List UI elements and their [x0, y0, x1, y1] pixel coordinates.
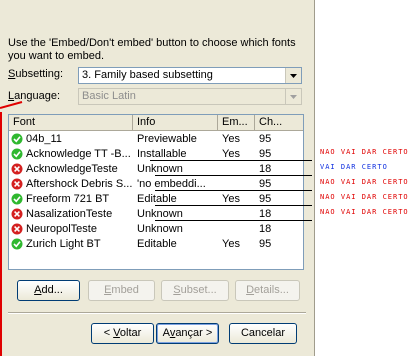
- subset-button: Subset...: [161, 280, 229, 301]
- red-edge-mark: [0, 112, 2, 356]
- font-embed-cell: Yes: [222, 193, 240, 205]
- chevron-down-icon: [285, 89, 301, 104]
- separator: [8, 312, 306, 314]
- error-icon: [11, 208, 23, 220]
- annotation-line: [155, 175, 312, 176]
- font-name-cell: Zurich Light BT: [26, 238, 101, 250]
- language-value: Basic Latin: [82, 90, 136, 102]
- font-chars-cell: 95: [259, 238, 272, 250]
- column-header-chars[interactable]: Ch...: [255, 115, 303, 131]
- font-name-cell: 04b_11: [26, 133, 62, 145]
- font-name-cell: NasalizationTeste: [26, 208, 113, 220]
- font-list[interactable]: Font Info Em... Ch... 04b_11 Previewable Y…: [8, 114, 304, 270]
- font-name-cell: Acknowledge TT -B...: [26, 148, 131, 160]
- font-embed-cell: Yes: [222, 148, 240, 160]
- font-info-cell: Installable: [137, 148, 187, 160]
- check-icon: [11, 133, 23, 145]
- font-info-cell: Editable: [137, 193, 177, 205]
- font-embed-cell: Yes: [222, 238, 240, 250]
- error-icon: [11, 178, 23, 190]
- column-header-info[interactable]: Info: [133, 115, 218, 131]
- check-icon: [11, 193, 23, 205]
- font-chars-cell: 95: [259, 148, 272, 160]
- font-info-cell: Unknown: [137, 223, 183, 235]
- back-button[interactable]: < Voltar: [91, 323, 154, 344]
- font-row[interactable]: Zurich Light BT Editable Yes 95: [9, 237, 303, 252]
- check-icon: [11, 148, 23, 160]
- annotation-line: [155, 205, 312, 206]
- font-name-cell: NeuropolTeste: [26, 223, 97, 235]
- red-arrow-mark: [0, 101, 23, 109]
- font-info-cell: Unknown: [137, 163, 183, 175]
- column-header-embed[interactable]: Em...: [218, 115, 255, 131]
- annotation-text: VAI DAR CERTO: [320, 163, 388, 171]
- language-select: Basic Latin: [78, 88, 302, 105]
- font-row[interactable]: NeuropolTeste Unknown 18: [9, 222, 303, 237]
- annotation-line: [150, 160, 312, 161]
- add-button[interactable]: Add...: [17, 280, 80, 301]
- subsetting-label: Subsetting:: [8, 68, 63, 80]
- font-name-cell: Aftershock Debris S...: [26, 178, 133, 190]
- font-chars-cell: 95: [259, 178, 272, 190]
- annotation-line: [155, 190, 312, 191]
- subsetting-value: 3. Family based subsetting: [82, 69, 213, 81]
- error-icon: [11, 163, 23, 175]
- annotation-text: NAO VAI DAR CERTO: [320, 148, 409, 156]
- description-text: Use the 'Embed/Don't embed' button to ch…: [8, 37, 296, 62]
- subsetting-select[interactable]: 3. Family based subsetting: [78, 67, 302, 84]
- cancel-button[interactable]: Cancelar: [229, 323, 297, 344]
- check-icon: [11, 238, 23, 250]
- font-list-header: Font Info Em... Ch...: [9, 115, 303, 131]
- font-chars-cell: 18: [259, 208, 272, 220]
- font-name-cell: Freeform 721 BT: [26, 193, 110, 205]
- font-info-cell: Previewable: [137, 133, 197, 145]
- font-embedding-dialog: Use the 'Embed/Don't embed' button to ch…: [0, 0, 315, 356]
- font-info-cell: 'no embeddi...: [137, 178, 206, 190]
- font-info-cell: Editable: [137, 238, 177, 250]
- details-button: Details...: [235, 280, 300, 301]
- font-info-cell: Unknown: [137, 208, 183, 220]
- embed-button: Embed: [88, 280, 155, 301]
- annotation-text: NAO VAI DAR CERTO: [320, 178, 409, 186]
- column-header-font[interactable]: Font: [9, 115, 133, 131]
- annotation-text: NAO VAI DAR CERTO: [320, 208, 409, 216]
- chevron-down-icon[interactable]: [285, 68, 301, 83]
- font-embed-cell: Yes: [222, 133, 240, 145]
- next-button[interactable]: Avançar >: [156, 323, 219, 344]
- font-chars-cell: 18: [259, 163, 272, 175]
- font-row[interactable]: 04b_11 Previewable Yes 95: [9, 132, 303, 147]
- font-chars-cell: 18: [259, 223, 272, 235]
- error-icon: [11, 223, 23, 235]
- font-chars-cell: 95: [259, 133, 272, 145]
- font-name-cell: AcknowledgeTeste: [26, 163, 118, 175]
- annotation-text: NAO VAI DAR CERTO: [320, 193, 409, 201]
- annotation-line: [155, 220, 312, 221]
- font-chars-cell: 95: [259, 193, 272, 205]
- subsetting-label-text: Subsetting:: [8, 68, 64, 80]
